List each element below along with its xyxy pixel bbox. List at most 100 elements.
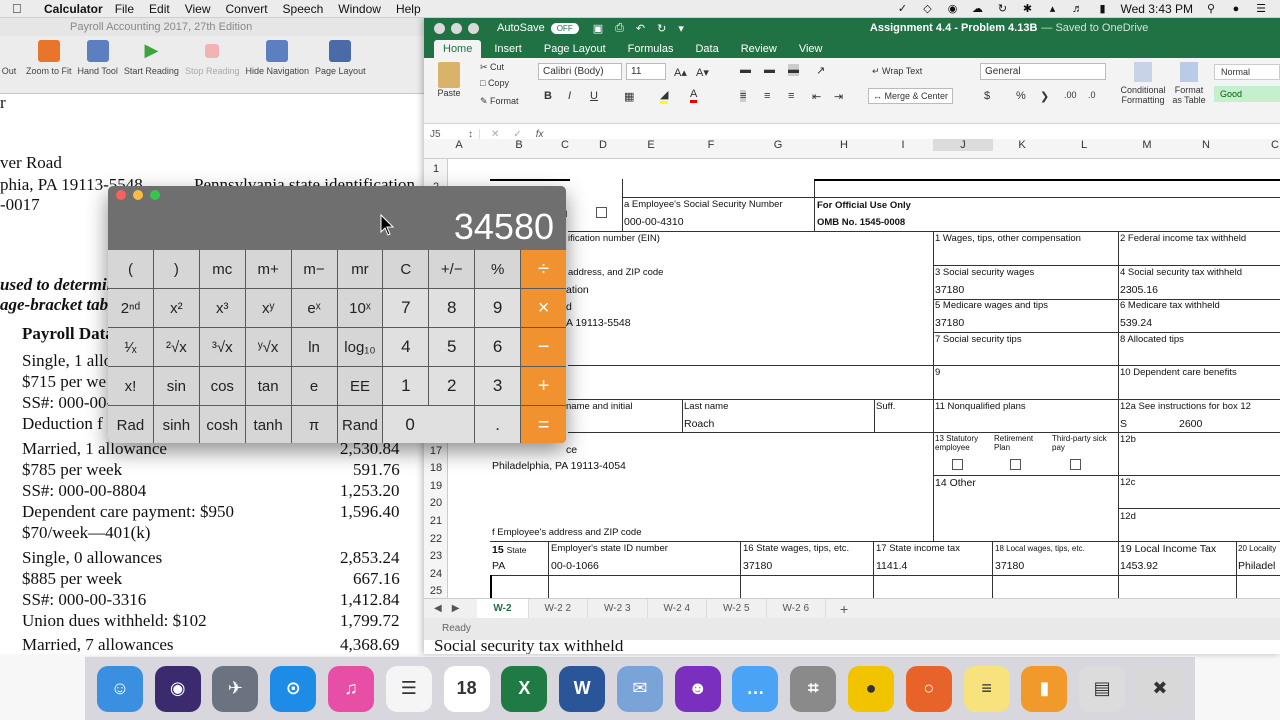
column-header[interactable]: D [598, 139, 608, 151]
column-header[interactable]: A [454, 139, 464, 151]
align-bottom-button[interactable]: ▬ [788, 64, 799, 76]
calc-key[interactable]: 1 [383, 367, 429, 405]
calc-key[interactable]: 2ⁿᵈ [108, 289, 153, 327]
column-header[interactable]: C [1270, 139, 1280, 151]
close-window-icon[interactable] [434, 22, 445, 34]
align-top-button[interactable]: ▬ [740, 64, 751, 76]
style-normal[interactable]: Normal [1214, 64, 1280, 80]
autosave-toggle[interactable]: OFF [550, 22, 579, 34]
calc-key[interactable]: EE [337, 367, 383, 405]
calendar-icon[interactable]: 18 [443, 665, 490, 712]
menu-window[interactable]: Window [338, 2, 381, 16]
calc-key[interactable]: Rand [337, 406, 383, 443]
column-header[interactable]: E [646, 139, 656, 151]
zoom-window-icon[interactable] [150, 190, 160, 200]
copy-button[interactable]: □ Copy [480, 78, 509, 88]
row-header[interactable]: 25 [424, 585, 448, 597]
column-header[interactable]: C [560, 139, 570, 151]
close-window-icon[interactable] [116, 190, 126, 200]
retirement-plan-checkbox[interactable] [1010, 459, 1021, 470]
italic-button[interactable]: I [568, 90, 571, 102]
column-header[interactable]: K [1017, 139, 1027, 151]
cloud-icon[interactable]: ☁ [971, 3, 985, 15]
camera-icon[interactable]: ◉ [946, 3, 960, 15]
align-center-button[interactable]: ≡ [764, 90, 770, 102]
row-header[interactable]: 20 [424, 497, 448, 509]
calc-key[interactable]: sinh [153, 406, 199, 443]
bold-button[interactable]: B [544, 90, 552, 102]
messages-icon[interactable]: … [732, 665, 779, 712]
font-name-select[interactable]: Calibri (Body) [538, 63, 622, 80]
column-header[interactable]: G [773, 139, 783, 151]
row-header[interactable]: 17 [424, 445, 448, 457]
conditional-formatting-button[interactable]: Conditional Formatting [1120, 62, 1166, 105]
undo-icon[interactable]: ↶ [636, 22, 645, 35]
launchpad-icon[interactable]: ✈ [212, 665, 259, 712]
column-header[interactable]: F [706, 139, 716, 151]
calc-key[interactable]: sin [153, 367, 199, 405]
prev-sheet-icon[interactable]: ◀ [424, 603, 448, 614]
calc-key[interactable]: ) [153, 250, 199, 288]
wrap-text-button[interactable]: ↵ Wrap Text [872, 66, 922, 77]
bluetooth-icon[interactable]: ✱ [1021, 3, 1035, 15]
menu-view[interactable]: View [185, 2, 211, 16]
calc-key[interactable]: ¹⁄ₓ [108, 328, 153, 366]
decrease-indent-button[interactable]: ⇤ [812, 90, 821, 103]
wifi-icon[interactable]: ▴ [1046, 3, 1060, 15]
number-format-select[interactable]: General [980, 63, 1106, 80]
increase-decimal-button[interactable]: .00 [1064, 90, 1077, 100]
calc-key[interactable]: × [521, 289, 566, 327]
shrink-font-button[interactable]: A▾ [696, 66, 709, 79]
calc-key[interactable]: ʸ√x [245, 328, 291, 366]
align-right-button[interactable]: ≡ [788, 90, 794, 102]
calc-key[interactable]: 8 [429, 289, 475, 327]
notes-icon[interactable]: ≡ [963, 665, 1010, 712]
font-color-button[interactable]: A [690, 88, 698, 103]
row-header[interactable]: 23 [424, 550, 448, 562]
itunes-icon[interactable]: ♫ [328, 665, 375, 712]
format-as-table-button[interactable]: Format as Table [1170, 62, 1208, 105]
orientation-button[interactable]: ↗ [816, 64, 825, 77]
statutory-employee-checkbox[interactable] [952, 459, 963, 470]
yahoo-messenger-icon[interactable]: ☻ [674, 665, 721, 712]
excel-icon[interactable]: X [501, 665, 548, 712]
calc-key[interactable]: 4 [383, 328, 429, 366]
apple-menu-icon[interactable]:  [12, 1, 30, 16]
calc-key[interactable]: 5 [429, 328, 475, 366]
column-header[interactable]: B [514, 139, 524, 151]
sheet-tab-w2-6[interactable]: W-2 6 [767, 598, 827, 619]
tab-home[interactable]: Home [434, 40, 482, 58]
reminders-icon[interactable]: ☰ [385, 665, 432, 712]
column-header[interactable]: H [839, 139, 849, 151]
stop-reading-button[interactable]: Stop Reading [185, 40, 239, 76]
calc-key[interactable]: + [521, 367, 566, 405]
calc-key[interactable]: tanh [245, 406, 291, 443]
menu-speech[interactable]: Speech [283, 2, 324, 16]
trash-icon[interactable]: ✖ [1136, 665, 1183, 712]
security-icon[interactable]: ● [848, 665, 895, 712]
word-icon[interactable]: W [559, 665, 606, 712]
borders-button[interactable]: ▦ [624, 90, 634, 103]
page-layout-button[interactable]: Page Layout [315, 40, 366, 76]
third-party-sick-pay-checkbox[interactable] [1070, 459, 1081, 470]
calc-key[interactable]: 6 [475, 328, 521, 366]
calc-key[interactable]: Rad [108, 406, 153, 443]
calc-key[interactable]: log₁₀ [337, 328, 383, 366]
sheet-tab-w2-3[interactable]: W-2 3 [588, 598, 648, 619]
zoom-window-icon[interactable] [468, 22, 479, 34]
hide-navigation-button[interactable]: Hide Navigation [245, 40, 309, 76]
row-header[interactable]: 19 [424, 480, 448, 492]
calc-key[interactable]: cos [199, 367, 245, 405]
tab-insert[interactable]: Insert [485, 40, 531, 58]
calc-key[interactable]: 0 [383, 406, 475, 443]
worksheet[interactable]: d a Employee's Social Security Number 00… [448, 159, 1280, 609]
merge-center-button[interactable]: ↔ Merge & Center [868, 88, 954, 104]
siri-icon[interactable]: ◉ [154, 665, 201, 712]
calc-key[interactable]: +/− [429, 250, 475, 288]
sheet-tab-w2-4[interactable]: W-2 4 [648, 598, 708, 619]
dropbox-icon[interactable]: ◇ [921, 3, 935, 15]
calc-key[interactable]: . [475, 406, 521, 443]
print-icon[interactable]: ⎙ [615, 22, 624, 35]
paste-button[interactable]: Paste [434, 62, 464, 98]
align-left-button[interactable]: ≡ [740, 90, 747, 102]
